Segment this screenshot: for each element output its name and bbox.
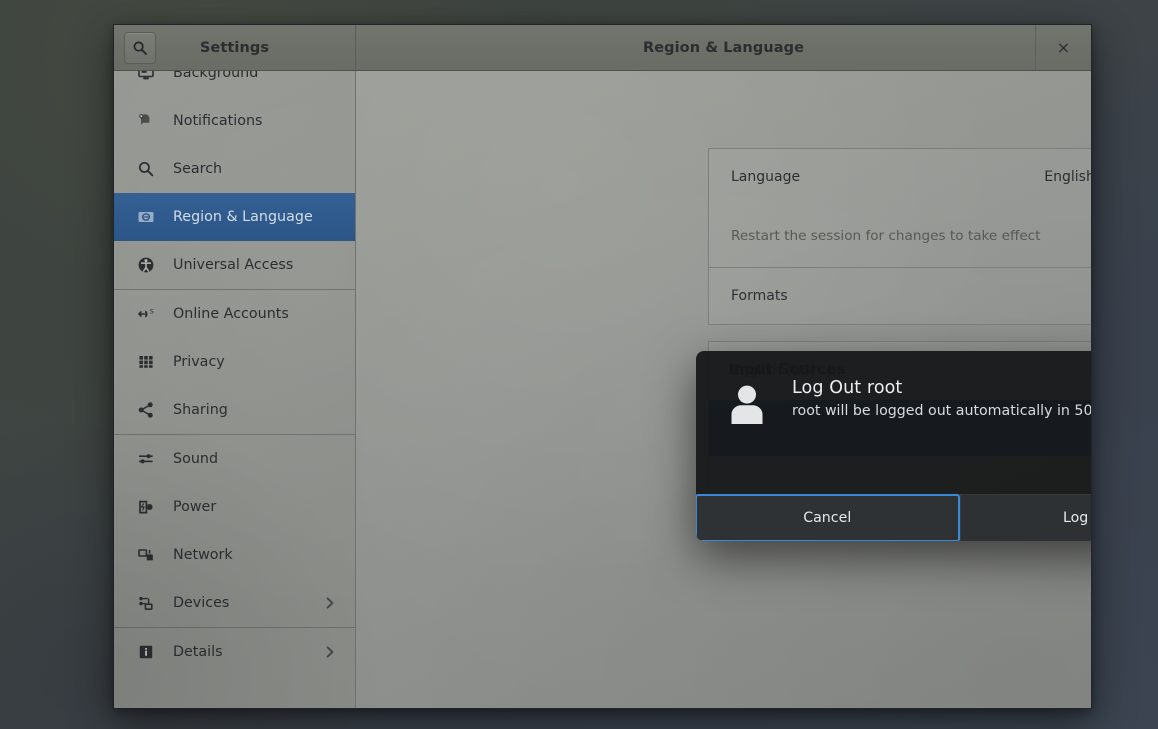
window-header-bar: Settings Region & Language × bbox=[114, 25, 1091, 71]
sidebar-item-label: Network bbox=[173, 547, 355, 563]
online-accounts-icon: S bbox=[136, 304, 156, 324]
content-area: Language English (United States) Restart… bbox=[356, 71, 1091, 708]
devices-icon bbox=[136, 593, 156, 613]
details-icon bbox=[136, 642, 156, 662]
sidebar-item-power[interactable]: Power bbox=[114, 483, 355, 531]
sidebar-item-label: Details bbox=[173, 644, 323, 660]
sound-icon bbox=[136, 449, 156, 469]
sidebar-item-details[interactable]: Details bbox=[114, 628, 355, 676]
sidebar-item-sharing[interactable]: Sharing bbox=[114, 386, 355, 434]
dialog-content: Log Out root root will be logged out aut… bbox=[696, 351, 1091, 494]
close-icon[interactable]: × bbox=[1035, 25, 1091, 70]
restart-note: Restart the session for changes to take … bbox=[731, 228, 1041, 244]
sidebar-item-sound[interactable]: Sound bbox=[114, 435, 355, 483]
language-value: English (United States) bbox=[1044, 169, 1091, 185]
language-label: Language bbox=[731, 169, 800, 185]
user-avatar-icon bbox=[724, 381, 770, 427]
sidebar-item-label: Devices bbox=[173, 595, 323, 611]
privacy-icon bbox=[136, 352, 156, 372]
chevron-right-icon bbox=[323, 596, 337, 610]
sidebar-item-label: Sound bbox=[173, 451, 355, 467]
chevron-right-icon bbox=[323, 645, 337, 659]
dialog-action-bar: Cancel Log Out bbox=[696, 494, 1091, 541]
sidebar-item-privacy[interactable]: Privacy bbox=[114, 338, 355, 386]
header-main-section: Region & Language × bbox=[356, 25, 1091, 70]
sidebar: Background Notifications Search bbox=[114, 71, 356, 708]
region-language-icon bbox=[136, 207, 156, 227]
page-title: Region & Language bbox=[356, 40, 1091, 56]
sidebar-item-label: Search bbox=[173, 161, 355, 177]
logout-button[interactable]: Log Out bbox=[960, 495, 1092, 541]
app-title: Settings bbox=[156, 40, 313, 56]
universal-access-icon bbox=[136, 255, 156, 275]
logout-dialog: Log Out root root will be logged out aut… bbox=[696, 351, 1091, 541]
sidebar-item-label: Notifications bbox=[173, 113, 355, 129]
search-icon[interactable] bbox=[124, 32, 156, 64]
sidebar-item-label: Universal Access bbox=[173, 257, 355, 273]
sidebar-item-label: Background bbox=[173, 71, 355, 81]
sidebar-item-search[interactable]: Search bbox=[114, 145, 355, 193]
header-sidebar-section: Settings bbox=[114, 25, 356, 70]
language-panel: Language English (United States) Restart… bbox=[708, 148, 1091, 325]
language-row[interactable]: Language English (United States) bbox=[709, 149, 1091, 204]
sidebar-item-network[interactable]: Network bbox=[114, 531, 355, 579]
cancel-button[interactable]: Cancel bbox=[696, 494, 960, 541]
sharing-icon bbox=[136, 400, 156, 420]
sidebar-item-region-language[interactable]: Region & Language bbox=[114, 193, 355, 241]
search-icon bbox=[136, 159, 156, 179]
svg-text:S: S bbox=[150, 307, 154, 315]
sidebar-item-universal-access[interactable]: Universal Access bbox=[114, 241, 355, 289]
sidebar-item-notifications[interactable]: Notifications bbox=[114, 97, 355, 145]
background-icon bbox=[136, 71, 156, 83]
sidebar-item-label: Online Accounts bbox=[173, 306, 355, 322]
sidebar-item-label: Sharing bbox=[173, 402, 355, 418]
sidebar-item-label: Privacy bbox=[173, 354, 355, 370]
dialog-title: Log Out root bbox=[792, 378, 1091, 398]
dialog-text-block: Log Out root root will be logged out aut… bbox=[792, 373, 1091, 494]
sidebar-scroll-area[interactable]: Background Notifications Search bbox=[114, 71, 355, 708]
window-body: Background Notifications Search bbox=[114, 71, 1091, 708]
sidebar-item-online-accounts[interactable]: S Online Accounts bbox=[114, 290, 355, 338]
sidebar-item-label: Region & Language bbox=[173, 209, 355, 225]
settings-window: Settings Region & Language × Background bbox=[113, 24, 1092, 709]
power-icon bbox=[136, 497, 156, 517]
sidebar-item-label: Power bbox=[173, 499, 355, 515]
notifications-icon bbox=[136, 111, 156, 131]
formats-label: Formats bbox=[731, 288, 788, 304]
sidebar-item-background[interactable]: Background bbox=[114, 71, 355, 97]
network-icon bbox=[136, 545, 156, 565]
formats-row[interactable]: Formats 中国 (汉语) bbox=[709, 268, 1091, 324]
desktop-background: Settings Region & Language × Background bbox=[0, 0, 1158, 729]
sidebar-item-devices[interactable]: Devices bbox=[114, 579, 355, 627]
dialog-message: root will be logged out automatically in… bbox=[792, 403, 1091, 419]
restart-row: Restart the session for changes to take … bbox=[709, 204, 1091, 267]
